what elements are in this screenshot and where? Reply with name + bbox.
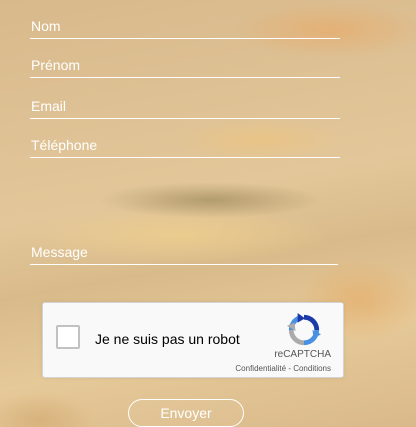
telephone-field[interactable]: Téléphone (30, 137, 340, 158)
recaptcha-label: Je ne suis pas un robot (95, 331, 240, 347)
recaptcha-brand: reCAPTCHA (274, 349, 331, 360)
nom-label: Nom (31, 18, 61, 34)
email-label: Email (31, 98, 67, 114)
recaptcha-logo-icon (287, 313, 321, 346)
email-underline (30, 118, 340, 119)
submit-button[interactable]: Envoyer (128, 399, 244, 427)
nom-underline (30, 38, 340, 39)
message-field[interactable]: Message (30, 243, 338, 265)
recaptcha-checkbox[interactable] (56, 325, 80, 349)
recaptcha-legal-links[interactable]: Confidentialité - Conditions (235, 364, 331, 373)
telephone-underline (30, 157, 340, 158)
message-label: Message (31, 244, 88, 260)
nom-field[interactable]: Nom (30, 18, 340, 39)
prenom-label: Prénom (31, 57, 81, 73)
recaptcha-widget: Je ne suis pas un robot reCAPTCHA Confid… (42, 302, 344, 378)
prenom-underline (30, 77, 340, 78)
prenom-field[interactable]: Prénom (30, 57, 340, 78)
message-underline (30, 264, 338, 265)
email-field[interactable]: Email (30, 98, 340, 119)
telephone-label: Téléphone (31, 137, 98, 153)
